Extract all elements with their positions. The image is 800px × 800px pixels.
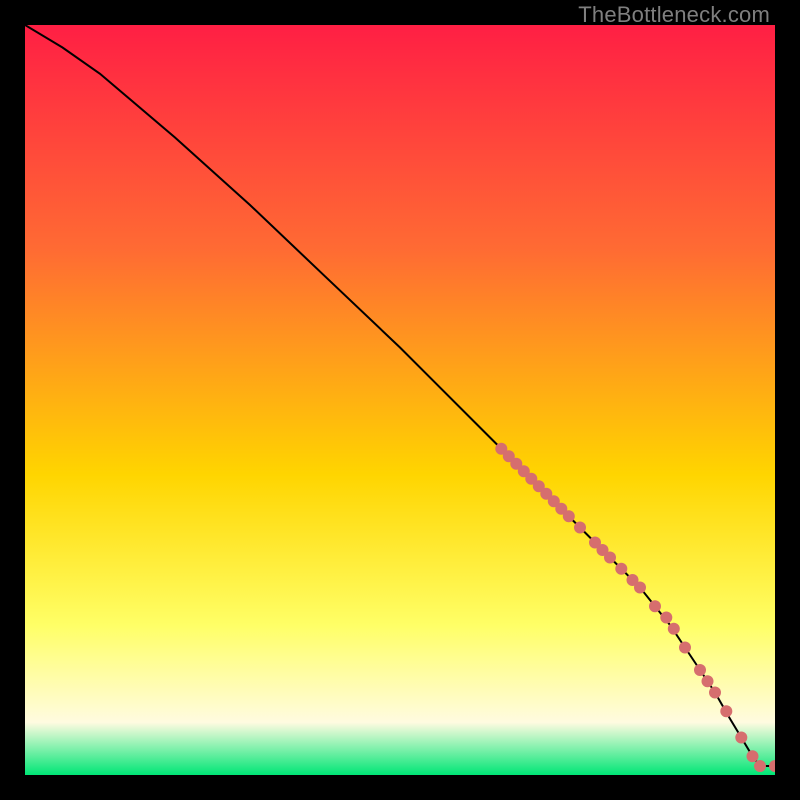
curve-marker — [660, 612, 672, 624]
curve-marker — [615, 563, 627, 575]
curve-marker — [679, 642, 691, 654]
chart-plot — [25, 25, 775, 775]
curve-marker — [694, 664, 706, 676]
curve-marker — [563, 510, 575, 522]
watermark-text: TheBottleneck.com — [578, 2, 770, 28]
curve-marker — [668, 623, 680, 635]
chart-background — [25, 25, 775, 775]
curve-marker — [720, 705, 732, 717]
curve-marker — [754, 760, 766, 772]
curve-marker — [634, 582, 646, 594]
chart-frame — [25, 25, 775, 775]
curve-marker — [709, 687, 721, 699]
curve-marker — [604, 552, 616, 564]
curve-marker — [735, 732, 747, 744]
curve-marker — [747, 750, 759, 762]
curve-marker — [574, 522, 586, 534]
curve-marker — [702, 675, 714, 687]
curve-marker — [649, 600, 661, 612]
